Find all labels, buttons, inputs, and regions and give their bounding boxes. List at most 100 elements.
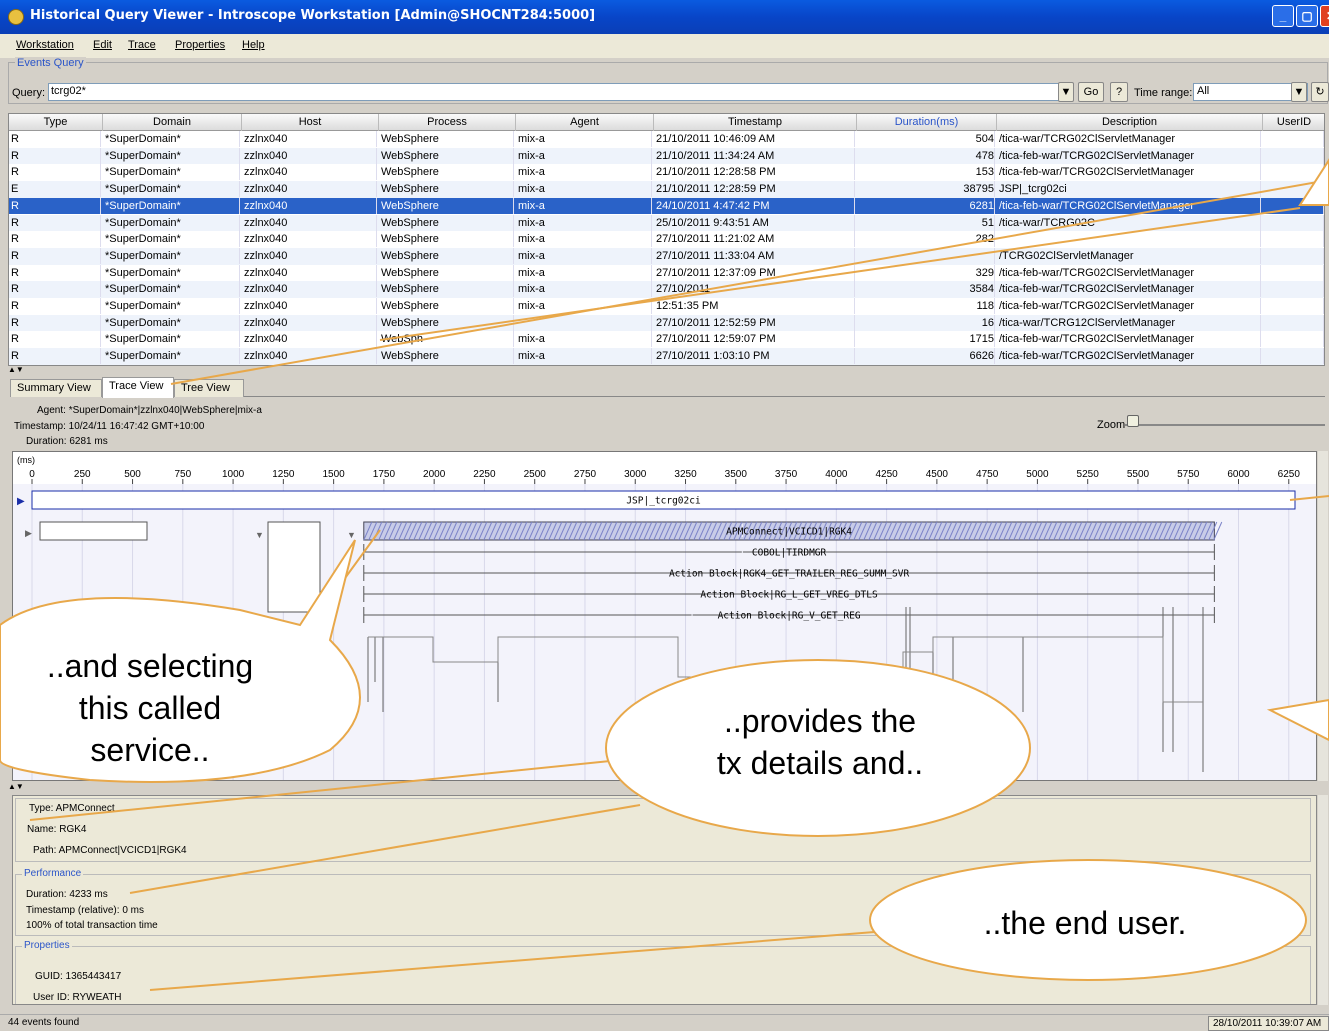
cell-userid [1265, 147, 1324, 164]
tick-label: 250 [74, 469, 91, 480]
column-header-duration[interactable]: Duration(ms) [857, 114, 997, 131]
table-row[interactable]: E *SuperDomain* zzlnx040 WebSphere mix-a 21/1… [9, 181, 1324, 198]
cell-host: zzlnx040 [244, 197, 377, 214]
cell-domain: *SuperDomain* [105, 147, 240, 164]
tick-label: 4250 [875, 469, 898, 480]
cell-duration: 478 [859, 147, 995, 164]
tick-label: 5000 [1026, 469, 1049, 480]
column-header-timestamp[interactable]: Timestamp [654, 114, 857, 131]
tick-label: 3250 [674, 469, 697, 480]
cell-agent: mix-a [518, 298, 652, 314]
expand-arrow-icon[interactable]: ▶ [17, 496, 25, 507]
help-button[interactable]: ? [1110, 82, 1128, 102]
details-scrollbar[interactable] [1318, 795, 1328, 1005]
tick-label: 500 [124, 469, 141, 480]
cell-userid [1265, 331, 1324, 348]
query-input[interactable]: tcrg02* [48, 83, 1072, 101]
callout-1-line-2: this called [78, 690, 222, 726]
cell-duration: 329 [859, 264, 995, 281]
cell-type: E [11, 181, 101, 198]
cell-domain: *SuperDomain* [105, 247, 240, 264]
table-row[interactable]: R *SuperDomain* zzlnx040 WebSphere mix-a 25/1… [9, 214, 1324, 232]
menu-workstation[interactable]: Workstation [16, 39, 74, 51]
expand-arrow-icon[interactable]: ▶ [25, 528, 32, 538]
column-header-domain[interactable]: Domain [103, 114, 242, 131]
zoom-slider[interactable] [1125, 424, 1325, 426]
sub-block[interactable] [267, 521, 321, 613]
cell-type: R [11, 281, 101, 298]
cell-type: R [11, 348, 101, 365]
zoom-slider-thumb[interactable] [1127, 415, 1139, 427]
cell-agent: mix-a [518, 281, 652, 298]
table-row[interactable]: R *SuperDomain* zzlnx040 WebSphere mix-a 12:5… [9, 298, 1324, 315]
trace-scrollbar[interactable] [1318, 451, 1328, 781]
minimize-button[interactable]: _ [1272, 5, 1294, 27]
details-panel: Type: APMConnect Name: RGK4 Path: APMCon… [12, 795, 1317, 1005]
trace-duration: Duration: 6281 ms [26, 436, 108, 447]
close-button[interactable]: ✕ [1320, 5, 1329, 27]
column-header-description[interactable]: Description [997, 114, 1263, 131]
cell-userid [1265, 247, 1324, 264]
column-header-agent[interactable]: Agent [516, 114, 654, 131]
ruler-unit: (ms) [17, 455, 35, 465]
refresh-icon[interactable]: ↻ [1311, 82, 1329, 102]
cell-description: /tica-war/TCRG12ClServletManager [999, 314, 1261, 331]
column-header-userid[interactable]: UserID [1263, 114, 1324, 131]
cell-timestamp: 27/10/2011 12:52:59 PM [656, 314, 855, 331]
details-splitter[interactable]: ▲▼ [8, 783, 1328, 791]
detail-user-id: User ID: RYWEATH [33, 992, 122, 1003]
tick-label: 2750 [574, 469, 597, 480]
cell-userid [1265, 348, 1324, 365]
trace-agent: Agent: *SuperDomain*|zzlnx040|WebSphere|… [37, 405, 262, 416]
cell-duration: 3584 [859, 281, 995, 298]
table-row[interactable]: R *SuperDomain* zzlnx040 WebSph mix-a 27/10/2… [9, 331, 1324, 348]
menu-trace[interactable]: Trace [128, 39, 156, 51]
column-header-process[interactable]: Process [379, 114, 516, 131]
properties-section: Properties [15, 940, 1311, 1004]
collapsed-block[interactable] [39, 521, 148, 541]
cell-host: zzlnx040 [244, 181, 377, 198]
query-dropdown-button[interactable]: ▼ [1058, 82, 1074, 102]
cell-agent: mix-a [518, 197, 652, 214]
tab-trace-view[interactable]: Trace View [102, 377, 174, 398]
callout-3-line-1: ..the end user. [983, 905, 1187, 941]
table-row[interactable]: R *SuperDomain* zzlnx040 WebSphere mix-a 27/1… [9, 231, 1324, 248]
tab-summary-view[interactable]: Summary View [10, 379, 102, 397]
cell-domain: *SuperDomain* [105, 281, 240, 298]
menu-edit[interactable]: Edit [93, 39, 112, 51]
cell-domain: *SuperDomain* [105, 348, 240, 365]
cell-timestamp: 27/10/2011 12:37:09 PM [656, 264, 855, 281]
cell-host: zzlnx040 [244, 247, 377, 264]
cell-process: WebSphere [381, 298, 514, 314]
cell-agent: mix-a [518, 264, 652, 281]
go-button[interactable]: Go [1078, 82, 1104, 102]
table-row[interactable]: R *SuperDomain* zzlnx040 WebSphere mix-a 24/1… [9, 197, 1324, 215]
cell-timestamp: 21/10/2011 12:28:58 PM [656, 164, 855, 181]
table-row[interactable]: R *SuperDomain* zzlnx040 WebSphere mix-a 27/1… [9, 281, 1324, 298]
cell-host: zzlnx040 [244, 264, 377, 281]
cell-type: R [11, 231, 101, 248]
cell-domain: *SuperDomain* [105, 197, 240, 214]
column-header-type[interactable]: Type [9, 114, 103, 131]
cell-host: zzlnx040 [244, 214, 377, 231]
table-row[interactable]: R *SuperDomain* zzlnx040 WebSphere mix-a 27/1… [9, 264, 1324, 282]
collapse-arrow-icon[interactable]: ▼ [255, 530, 264, 540]
column-header-host[interactable]: Host [242, 114, 379, 131]
table-row[interactable]: R *SuperDomain* zzlnx040 WebSphere mix-a 27/1… [9, 348, 1324, 365]
cell-process: WebSphere [381, 147, 514, 164]
table-row[interactable]: R *SuperDomain* zzlnx040 WebSphere mix-a 27/1… [9, 247, 1324, 265]
time-range-dropdown-icon[interactable]: ▼ [1291, 82, 1307, 102]
menu-help[interactable]: Help [242, 39, 265, 51]
tab-tree-view[interactable]: Tree View [174, 379, 244, 397]
maximize-button[interactable]: ▢ [1296, 5, 1318, 27]
cell-domain: *SuperDomain* [105, 264, 240, 281]
cell-process: WebSphere [381, 231, 514, 248]
menu-properties[interactable]: Properties [175, 39, 225, 51]
table-row[interactable]: R *SuperDomain* zzlnx040 WebSphere mix-a 21/1… [9, 131, 1324, 148]
table-row[interactable]: R *SuperDomain* zzlnx040 WebSphere mix-a 21/1… [9, 164, 1324, 181]
collapse-arrow-icon[interactable]: ▼ [347, 530, 356, 540]
table-splitter[interactable]: ▲▼ [8, 366, 1328, 374]
table-row[interactable]: R *SuperDomain* zzlnx040 WebSphere 27/10/201… [9, 314, 1324, 332]
status-datetime: 28/10/2011 10:39:07 AM [1208, 1016, 1329, 1031]
table-row[interactable]: R *SuperDomain* zzlnx040 WebSphere mix-a 21/1… [9, 147, 1324, 165]
